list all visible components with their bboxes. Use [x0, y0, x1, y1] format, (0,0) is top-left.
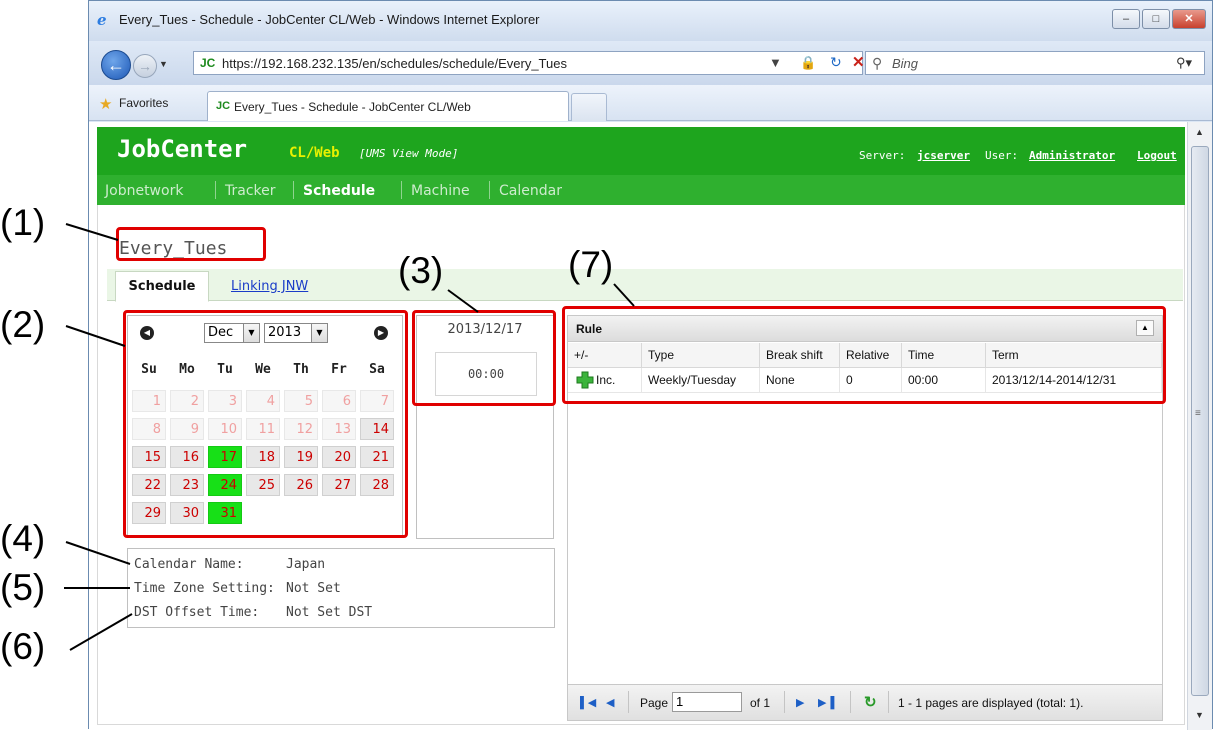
annotation-lines — [64, 223, 635, 651]
annotation-label: (3) — [398, 250, 444, 291]
annotation-label: (7) — [568, 244, 614, 285]
annotation-label: (1) — [0, 202, 46, 243]
annotation-label: (2) — [0, 304, 46, 345]
annotation-label: (4) — [0, 518, 46, 559]
annotation-label: (5) — [0, 567, 46, 608]
annotation-label: (6) — [0, 626, 46, 667]
